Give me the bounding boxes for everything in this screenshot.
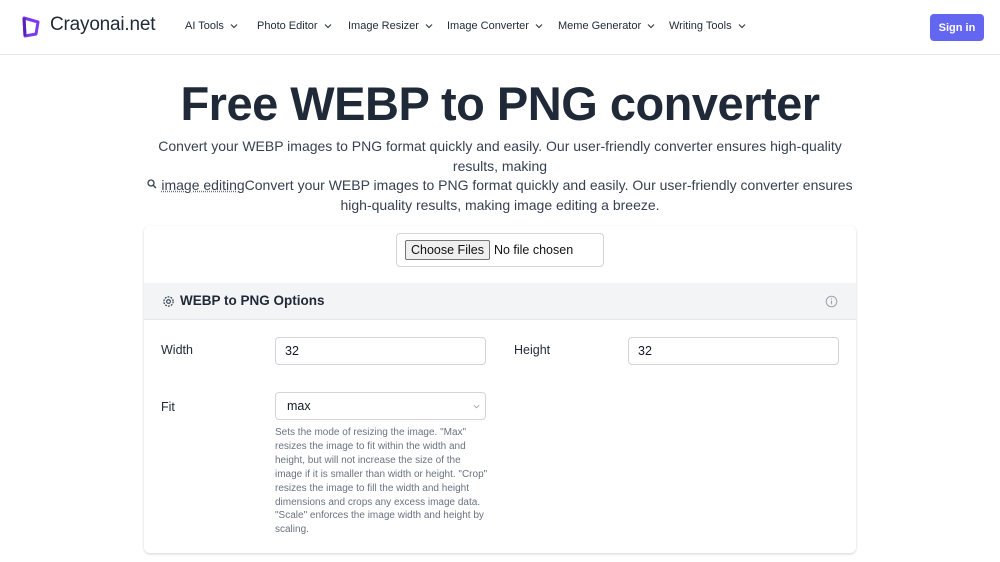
- chevron-down-icon: [738, 24, 745, 29]
- brand-name: Crayonai.net: [50, 14, 156, 35]
- fit-help-text: Sets the mode of resizing the image. "Ma…: [275, 427, 488, 536]
- sign-in-button[interactable]: Sign in: [930, 14, 984, 41]
- nav-label: Image Resizer: [348, 20, 419, 32]
- width-label: Width: [161, 343, 193, 357]
- fit-label: Fit: [161, 400, 175, 414]
- search-icon: [147, 179, 157, 189]
- height-input[interactable]: [628, 337, 839, 365]
- page-description: Convert your WEBP images to PNG format q…: [140, 137, 860, 215]
- width-input[interactable]: [275, 337, 486, 365]
- fit-select[interactable]: max: [275, 392, 486, 420]
- top-navbar: Crayonai.net AI Tools Photo Editor Image…: [0, 0, 1000, 55]
- chevron-down-icon: [324, 24, 331, 29]
- chevron-down-icon: [230, 24, 238, 29]
- nav-ai-tools[interactable]: AI Tools: [185, 20, 238, 32]
- nav-image-resizer[interactable]: Image Resizer: [348, 20, 433, 32]
- image-editing-link[interactable]: image editing: [161, 177, 244, 193]
- gear-icon: [163, 296, 174, 307]
- page-title: Free WEBP to PNG converter: [180, 77, 820, 130]
- chevron-down-icon: [647, 24, 655, 29]
- crayon-frame-logo-icon: [22, 16, 40, 38]
- description-text-repeat: Convert your WEBP images to PNG format q…: [244, 177, 853, 213]
- choose-files-button[interactable]: Choose Files: [405, 240, 490, 260]
- file-upload-input[interactable]: Choose Files No file chosen: [396, 233, 604, 267]
- chevron-down-icon: [473, 404, 480, 409]
- nav-meme-generator[interactable]: Meme Generator: [558, 20, 655, 32]
- fit-selected-value: max: [287, 399, 311, 413]
- nav-image-converter[interactable]: Image Converter: [447, 20, 543, 32]
- nav-photo-editor[interactable]: Photo Editor: [257, 20, 332, 32]
- file-status: No file chosen: [493, 243, 574, 257]
- description-text: Convert your WEBP images to PNG format q…: [158, 138, 842, 174]
- brand-logo-link[interactable]: Crayonai.net: [21, 14, 156, 38]
- chevron-down-icon: [425, 24, 433, 29]
- nav-label: AI Tools: [185, 20, 224, 32]
- height-label: Height: [514, 343, 551, 357]
- nav-label: Photo Editor: [257, 20, 318, 32]
- nav-label: Meme Generator: [558, 20, 642, 32]
- nav-label: Image Converter: [447, 20, 529, 32]
- info-icon[interactable]: [825, 295, 838, 308]
- converter-card: Choose Files No file chosen WEBP to PNG …: [144, 226, 856, 553]
- options-header[interactable]: WEBP to PNG Options: [144, 283, 856, 320]
- nav-label: Writing Tools: [669, 20, 732, 32]
- options-title: WEBP to PNG Options: [180, 293, 325, 308]
- nav-writing-tools[interactable]: Writing Tools: [669, 20, 746, 32]
- chevron-down-icon: [535, 24, 543, 29]
